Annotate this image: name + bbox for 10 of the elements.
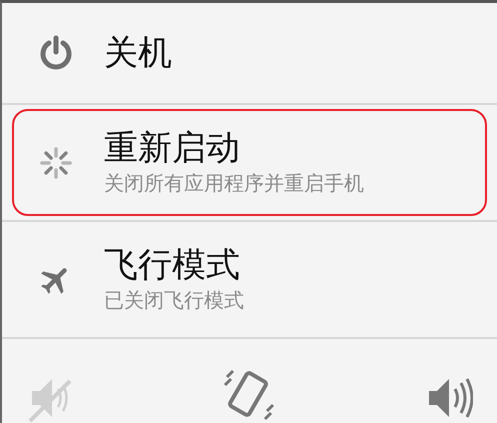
vibrating-phone-icon[interactable] — [222, 367, 274, 423]
menu-item[interactable]: 关机 — [12, 7, 487, 99]
item-title: 飞行模式 — [104, 244, 241, 286]
item-subtitle: 关闭所有应用程序并重启手机 — [104, 170, 364, 198]
item-title: 关机 — [104, 32, 172, 74]
item-title: 重新启动 — [104, 128, 241, 168]
power-icon — [38, 35, 74, 71]
item-subtitle: 已关闭飞行模式 — [104, 287, 244, 314]
menu-item[interactable]: 飞行模式 已关闭飞行模式 — [12, 226, 487, 333]
menu-item[interactable]: 重新启动 关闭所有应用程序并重启手机 — [12, 109, 487, 216]
